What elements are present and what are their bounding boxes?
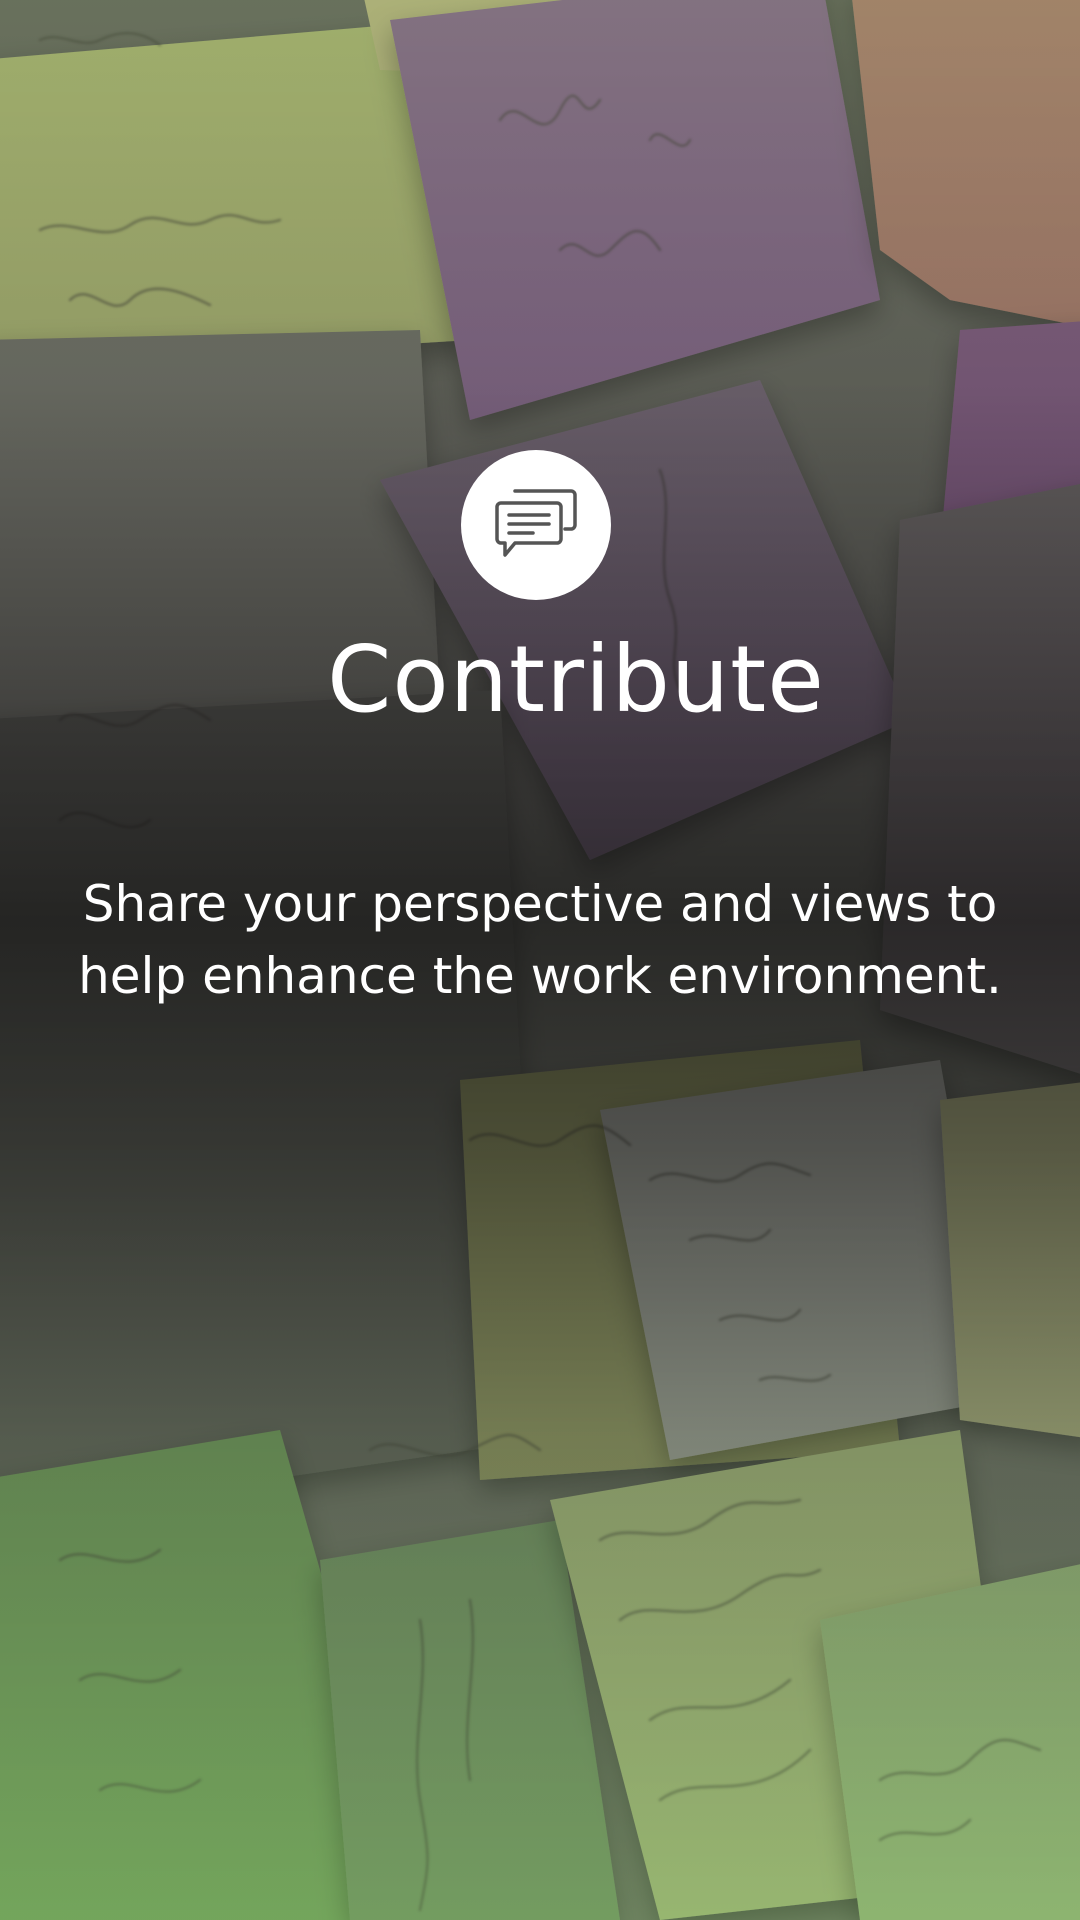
page-title: Contribute [327,626,825,733]
onboarding-screen: Contribute Share your perspective and vi… [0,0,1080,1920]
page-description: Share your perspective and views to help… [78,875,1002,1005]
contribute-icon-badge [461,450,611,600]
chat-bubbles-icon [495,489,577,557]
